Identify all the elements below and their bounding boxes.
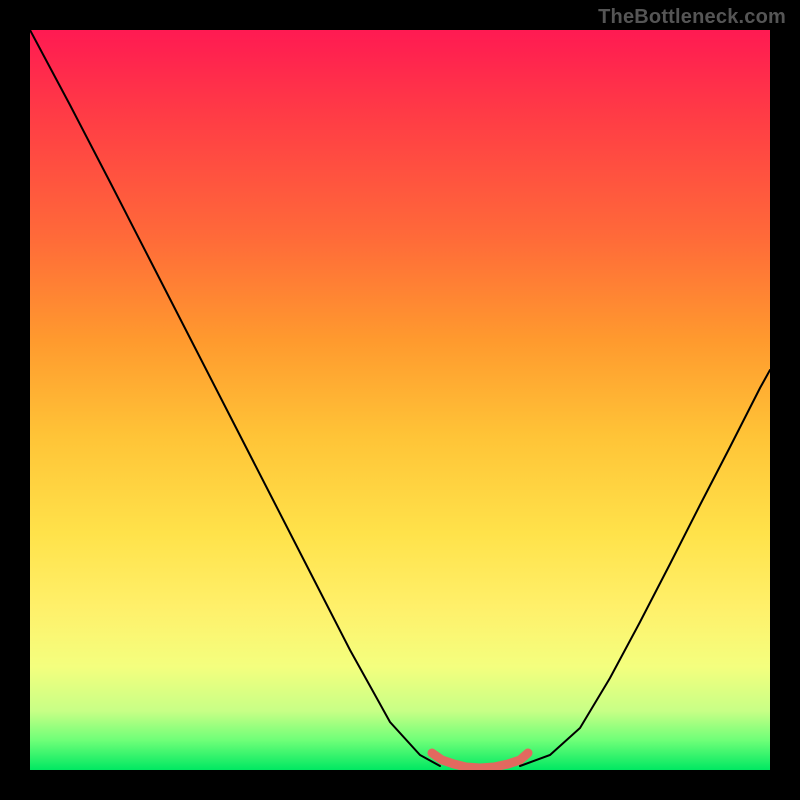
curve-left-arm bbox=[30, 30, 440, 766]
curve-trough bbox=[432, 753, 528, 768]
curve-svg bbox=[30, 30, 770, 770]
chart-frame: TheBottleneck.com bbox=[0, 0, 800, 800]
watermark-text: TheBottleneck.com bbox=[598, 6, 786, 29]
plot-area bbox=[30, 30, 770, 770]
curve-right-arm bbox=[520, 370, 770, 766]
